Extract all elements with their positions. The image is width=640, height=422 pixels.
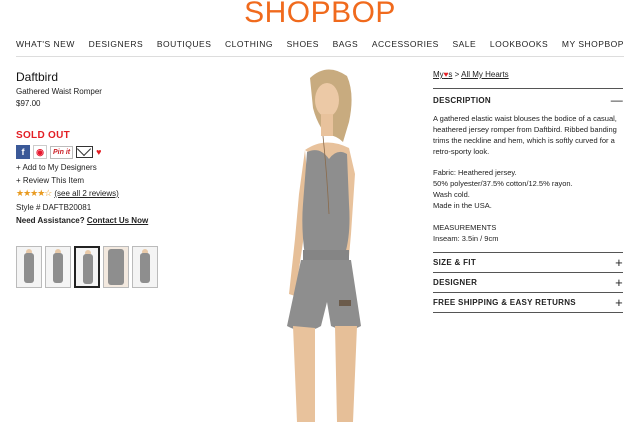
sold-out-label: SOLD OUT [16,130,71,141]
contact-us-link[interactable]: Contact Us Now [87,216,148,225]
see-reviews-link[interactable]: (see all 2 reviews) [54,189,118,198]
thumbnail-5[interactable] [132,246,158,288]
designer-section[interactable]: DESIGNER + [433,272,623,292]
nav-clothing[interactable]: CLOTHING [225,39,273,49]
product-name: Gathered Waist Romper [16,87,102,96]
my-hearts-breadcrumb: My♥s > All My Hearts [433,70,623,79]
add-to-designers-link[interactable]: + Add to My Designers [16,163,236,172]
nav-sale[interactable]: SALE [452,39,476,49]
brand-name[interactable]: Daftbird [16,70,236,84]
care-line: Wash cold. [433,190,470,199]
product-price: $97.00 [16,99,41,108]
need-assistance-label: Need Assistance? [16,216,85,225]
description-body: A gathered elastic waist blouses the bod… [433,113,623,244]
thumbnail-1[interactable] [16,246,42,288]
nav-accessories[interactable]: ACCESSORIES [372,39,439,49]
product-image[interactable] [265,64,405,422]
nav-boutiques[interactable]: BOUTIQUES [157,39,212,49]
breadcrumb-separator: > [454,70,460,79]
facebook-icon[interactable]: f [16,145,30,159]
details-panel: My♥s > All My Hearts DESCRIPTION — A gat… [433,70,623,313]
all-my-hearts-link[interactable]: All My Hearts [461,70,509,79]
thumbnail-4[interactable] [103,246,129,288]
nav-my-shopbop[interactable]: MY SHOPBOP [562,39,624,49]
shipping-returns-section[interactable]: FREE SHIPPING & EASY RETURNS + [433,292,623,312]
shopbop-logo[interactable]: SHOPBOP [0,0,640,30]
measurements-title: MEASUREMENTS [433,223,497,232]
size-fit-label: SIZE & FIT [433,258,476,267]
content-line: 50% polyester/37.5% cotton/12.5% rayon. [433,179,573,188]
s-label: s [448,70,453,79]
review-item-link[interactable]: + Review This Item [16,176,236,185]
nav-shoes[interactable]: SHOES [287,39,319,49]
nav-bags[interactable]: BAGS [333,39,359,49]
my-label: My [433,70,444,79]
share-bar: f ◉ Pin it ♥ [16,145,236,159]
section-divider [433,312,623,313]
expand-icon[interactable]: + [615,275,623,290]
thumbnail-2[interactable] [45,246,71,288]
pinterest-button[interactable]: Pin it [50,145,74,159]
description-title: DESCRIPTION [433,96,491,105]
email-icon[interactable] [76,146,94,158]
description-header[interactable]: DESCRIPTION — [433,94,623,106]
expand-icon[interactable]: + [615,295,623,310]
nav-divider [16,56,624,57]
need-assistance: Need Assistance? Contact Us Now [16,216,236,225]
my-hearts-link[interactable]: My♥s [433,70,452,79]
origin-line: Made in the USA. [433,201,492,210]
weibo-icon[interactable]: ◉ [33,145,47,159]
fabric-line: Fabric: Heathered jersey. [433,168,517,177]
size-fit-section[interactable]: SIZE & FIT + [433,252,623,272]
heart-icon[interactable]: ♥ [96,147,101,157]
description-text: A gathered elastic waist blouses the bod… [433,114,617,156]
inseam-line: Inseam: 3.5in / 9cm [433,234,499,243]
nav-whats-new[interactable]: WHAT'S NEW [16,39,75,49]
expand-icon[interactable]: + [615,255,623,270]
star-rating-icon: ★★★★☆ [16,188,52,198]
product-info: Daftbird Gathered Waist Romper $97.00 SO… [16,70,236,225]
shipping-returns-label: FREE SHIPPING & EASY RETURNS [433,298,576,307]
designer-label: DESIGNER [433,278,478,287]
main-nav: WHAT'S NEW DESIGNERS BOUTIQUES CLOTHING … [16,39,624,49]
style-number: Style # DAFTB20081 [16,203,92,212]
thumbnail-3-selected[interactable] [74,246,100,288]
nav-designers[interactable]: DESIGNERS [89,39,144,49]
description-section: DESCRIPTION — A gathered elastic waist b… [433,88,623,244]
collapse-icon[interactable]: — [611,94,623,106]
nav-lookbooks[interactable]: LOOKBOOKS [490,39,548,49]
rating: ★★★★☆ (see all 2 reviews) [16,188,236,199]
thumbnail-strip [16,246,158,288]
